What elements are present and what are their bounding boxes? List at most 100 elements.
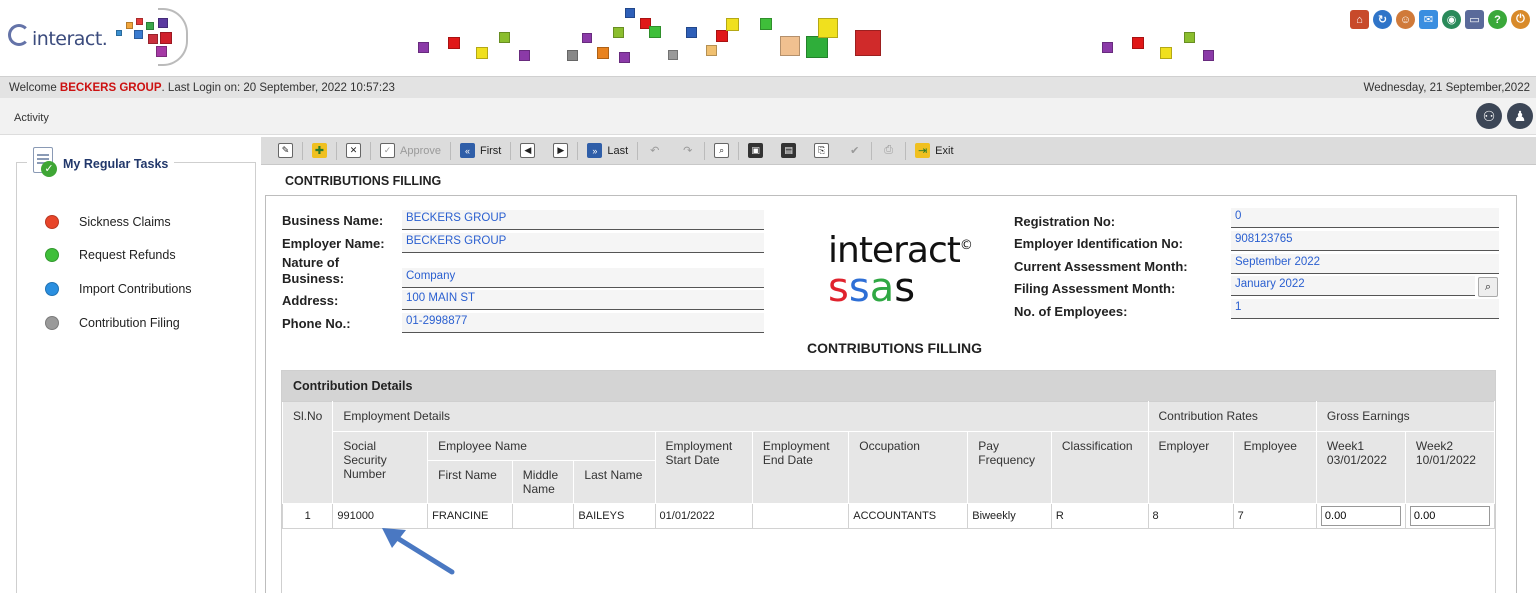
nature-label-line1: Nature of <box>282 255 340 270</box>
task-import-contributions[interactable]: Import Contributions <box>45 282 192 296</box>
row-employer-rate[interactable]: 8 <box>1147 503 1234 529</box>
verify-button[interactable]: ✔ <box>838 140 871 162</box>
attach-icon: ⎘ <box>814 143 830 158</box>
ssn-header: Social Security Number <box>332 431 429 504</box>
annotation-arrow-icon <box>382 528 455 575</box>
logo-text: interact. <box>32 28 108 50</box>
employer-name-label: Employer Name: <box>282 236 385 251</box>
current-month-field[interactable]: September 2022 <box>1231 254 1499 274</box>
phone-field[interactable]: 01-2998877 <box>402 313 764 333</box>
row-occupation[interactable]: ACCOUNTANTS <box>848 503 969 529</box>
welcome-text: Welcome BECKERS GROUP. Last Login on: 20… <box>9 82 395 94</box>
new-button[interactable]: ✎ <box>269 140 302 162</box>
previous-button[interactable]: ◀ <box>511 140 544 162</box>
week2-header: Week2 10/01/2022 <box>1404 431 1495 504</box>
row-last-name[interactable]: BAILEYS <box>573 503 656 529</box>
activity-label[interactable]: Activity <box>14 112 49 124</box>
task-request-refunds[interactable]: Request Refunds <box>45 248 176 262</box>
row-end-date[interactable] <box>751 503 850 529</box>
week2-earnings-input[interactable] <box>1409 506 1490 526</box>
row-ssn[interactable]: 991000 <box>332 503 429 529</box>
end-date-header: Employment End Date <box>751 431 850 504</box>
task-label: Import Contributions <box>79 282 192 296</box>
next-button[interactable]: ▶ <box>544 140 577 162</box>
pay-frequency-header: Pay Frequency <box>967 431 1052 504</box>
brand-copyright: © <box>959 238 973 253</box>
mail-icon[interactable]: ✉ <box>1419 10 1438 29</box>
week1-header: Week1 03/01/2022 <box>1315 431 1406 504</box>
week1-earnings-input[interactable] <box>1320 506 1401 526</box>
left-arrow-icon: ◀ <box>520 143 536 158</box>
regular-tasks-panel: ✓ My Regular Tasks Sickness Claims Reque… <box>16 147 256 593</box>
print-button[interactable]: ⎙ <box>872 140 905 162</box>
save-as-button[interactable]: ▤ <box>772 140 805 162</box>
address-label: Address: <box>282 293 339 308</box>
slno-header: Sl.No <box>282 401 334 504</box>
exit-label: Exit <box>935 144 954 157</box>
task-contribution-filing[interactable]: Contribution Filing <box>45 316 180 330</box>
blue-dot-icon <box>45 282 59 296</box>
business-name-field[interactable]: BECKERS GROUP <box>402 210 764 230</box>
registration-field[interactable]: 0 <box>1231 208 1499 228</box>
row-middle-name[interactable] <box>511 503 575 529</box>
globe-icon[interactable]: ◉ <box>1442 10 1461 29</box>
interact-ssas-logo: interact© ssas <box>828 228 973 309</box>
interact-logo: interact. <box>8 8 188 66</box>
welcome-bar: Welcome BECKERS GROUP. Last Login on: 20… <box>0 76 1536 98</box>
row-start-date[interactable]: 01/01/2022 <box>654 503 753 529</box>
user-icon[interactable]: ☺ <box>1396 10 1415 29</box>
address-field[interactable]: 100 MAIN ST <box>402 290 764 310</box>
gross-earnings-header: Gross Earnings <box>1315 401 1495 432</box>
help-icon[interactable]: ? <box>1488 10 1507 29</box>
activity-bar: Activity ⚇ ♟ <box>0 98 1536 135</box>
first-button[interactable]: « First <box>451 140 510 162</box>
row-employee-rate[interactable]: 7 <box>1232 503 1317 529</box>
group-icon[interactable]: ⚇ <box>1476 103 1502 129</box>
last-button[interactable]: » Last <box>578 140 637 162</box>
delete-record-icon: ✕ <box>346 143 361 158</box>
attach-button[interactable]: ⎘ <box>805 140 838 162</box>
phone-label: Phone No.: <box>282 316 351 331</box>
edit-button[interactable]: ✚ <box>303 140 336 162</box>
employer-id-field[interactable]: 908123765 <box>1231 231 1499 251</box>
search-button[interactable]: ⌕ <box>705 140 738 162</box>
toolbar: ✎ ✚ ✕ ✓ Approve «First ◀ ▶ » Last ↶ ↷ ⌕ ▣ … <box>261 137 1536 165</box>
nature-of-business-field[interactable]: Company <box>402 268 764 288</box>
logout-icon[interactable]: ⏻ <box>1511 10 1530 29</box>
verify-icon: ✔ <box>850 145 860 157</box>
delete-button[interactable]: ✕ <box>337 140 370 162</box>
occupation-header: Occupation <box>848 431 969 504</box>
approve-button[interactable]: ✓ Approve <box>371 140 450 162</box>
employer-name-field[interactable]: BECKERS GROUP <box>402 233 764 253</box>
refresh-icon[interactable]: ↻ <box>1373 10 1392 29</box>
task-label: Contribution Filing <box>79 316 180 330</box>
exit-button[interactable]: ⇥ Exit <box>906 140 962 162</box>
regular-tasks-header: ✓ My Regular Tasks <box>27 147 175 177</box>
regular-tasks-title: My Regular Tasks <box>63 157 169 171</box>
employer-id-label: Employer Identification No: <box>1014 236 1184 251</box>
row-classification[interactable]: R <box>1050 503 1149 529</box>
filing-month-field[interactable]: January 2022 <box>1231 276 1475 296</box>
row-pay-frequency[interactable]: Biweekly <box>967 503 1052 529</box>
task-sickness-claims[interactable]: Sickness Claims <box>45 215 171 229</box>
monitor-icon[interactable]: ▭ <box>1465 10 1484 29</box>
logo-swirl-icon <box>8 24 30 46</box>
home-icon[interactable]: ⌂ <box>1350 10 1369 29</box>
filing-month-search-button[interactable]: ⌕ <box>1478 277 1498 297</box>
filing-month-label: Filing Assessment Month: <box>1014 281 1176 296</box>
start-date-header: Employment Start Date <box>654 431 753 504</box>
employees-field[interactable]: 1 <box>1231 299 1499 319</box>
employee-rate-header: Employee <box>1232 431 1317 504</box>
business-name-label: Business Name: <box>282 213 384 228</box>
table-row[interactable]: 1 991000 FRANCINE BAILEYS 01/01/2022 ACC… <box>282 503 1495 529</box>
employment-details-header: Employment Details <box>332 401 1149 432</box>
undo-button[interactable]: ↶ <box>638 140 671 162</box>
task-checklist-icon: ✓ <box>31 147 59 177</box>
redo-button[interactable]: ↷ <box>671 140 704 162</box>
contribution-table: Sl.No Employment Details Contribution Ra… <box>282 401 1495 529</box>
employee-name-header: Employee Name <box>427 431 656 461</box>
save-button[interactable]: ▣ <box>739 140 772 162</box>
contribution-details-panel: Contribution Details Sl.No Employment De… <box>281 370 1496 593</box>
person-icon[interactable]: ♟ <box>1507 103 1533 129</box>
row-first-name[interactable]: FRANCINE <box>427 503 513 529</box>
